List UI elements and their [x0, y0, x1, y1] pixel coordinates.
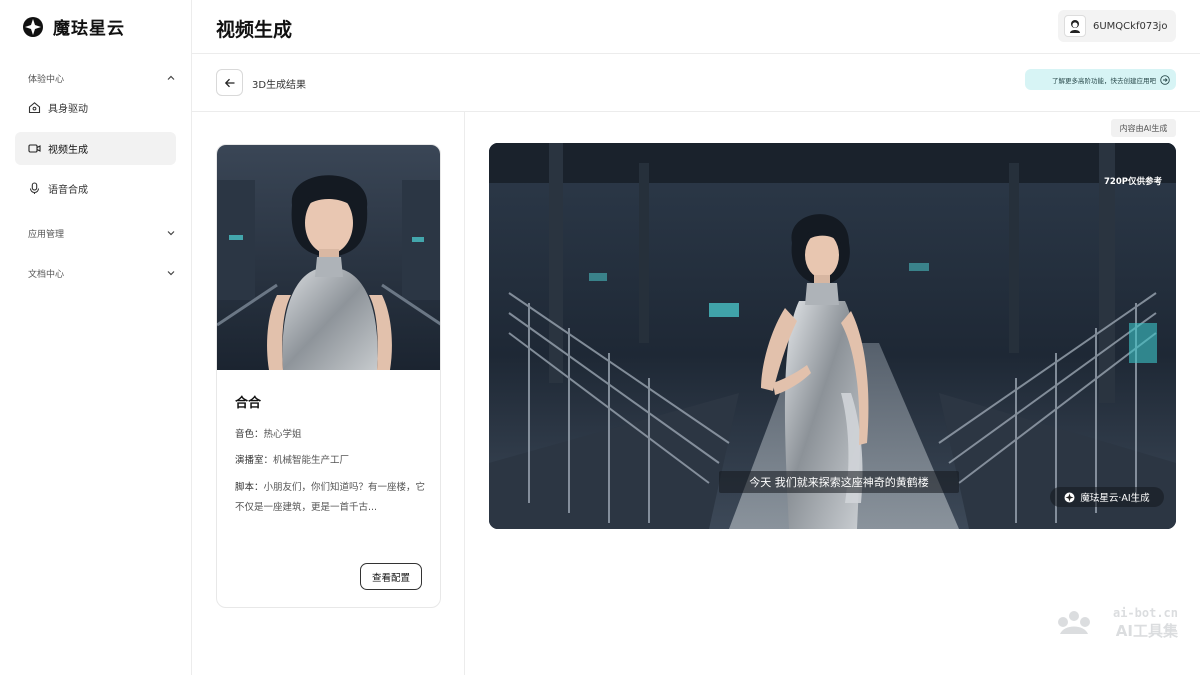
user-name: 6UMQCkf073jo [1093, 20, 1168, 32]
corner-watermark-line1: ai-bot.cn [1112, 606, 1178, 620]
studio-row: 演播室：机械智能生产工厂 [235, 450, 425, 471]
sidebar-item-label: 具身驱动 [48, 104, 88, 115]
nav-group-docs-label: 文档中心 [28, 269, 65, 280]
chevron-down-icon [167, 271, 175, 276]
back-button[interactable] [216, 69, 243, 96]
avatar-info-panel: 合合 音色：热心学姐 演播室：机械智能生产工厂 脚本：小朋友们，你们知道吗？有一… [192, 112, 465, 675]
promo-banner[interactable]: 了解更多高阶功能，快去创建应用吧 [1025, 69, 1176, 90]
brand-logo-icon [23, 16, 43, 37]
voice-row: 音色：热心学姐 [235, 424, 425, 445]
video-player[interactable]: 720P仅供参考 今天 我们就来探索这座神奇的黄鹤楼 魔珐星云·AI生成 [489, 143, 1176, 529]
nav-group-experience-label: 体验中心 [28, 74, 65, 85]
video-icon [28, 144, 41, 153]
chevron-down-icon [167, 231, 175, 236]
brand-logo-icon [1064, 492, 1075, 502]
home-icon [28, 102, 41, 114]
brand-logo[interactable]: 魔珐星云 [22, 14, 125, 39]
nav-group-apps-label: 应用管理 [28, 229, 65, 240]
corner-watermark: ai-bot.cn AI工具集 [1054, 606, 1178, 642]
brand-name: 魔珐星云 [53, 19, 125, 39]
nav-group-apps[interactable]: 应用管理 [0, 223, 192, 243]
ai-generated-badge: 内容由AI生成 [1111, 119, 1176, 137]
promo-text: 了解更多高阶功能，快去创建应用吧 [1052, 76, 1156, 85]
video-watermark-text: 魔珐星云·AI生成 [1080, 493, 1150, 504]
microphone-icon [29, 182, 40, 194]
user-menu[interactable]: 6UMQCkf073jo [1058, 10, 1176, 42]
result-subheader: 3D生成结果 了解更多高阶功能，快去创建应用吧 [192, 55, 1200, 112]
video-watermark: 魔珐星云·AI生成 [1050, 487, 1164, 507]
studio-label: 演播室： [235, 455, 274, 466]
avatar [1064, 15, 1086, 37]
sidebar-item-speech-synthesis[interactable]: 语音合成 [15, 172, 176, 205]
sidebar-item-embodied-driving[interactable]: 具身驱动 [15, 91, 176, 124]
voice-value: 热心学姐 [263, 429, 302, 440]
result-title: 3D生成结果 [252, 80, 307, 91]
video-subtitle: 今天 我们就来探索这座神奇的黄鹤楼 [719, 471, 959, 493]
corner-watermark-line2: AI工具集 [1115, 622, 1178, 640]
studio-value: 机械智能生产工厂 [273, 455, 350, 466]
nav-group-experience[interactable]: 体验中心 [0, 68, 192, 88]
sidebar-item-label: 语音合成 [48, 185, 88, 196]
avatar-name: 合合 [235, 396, 262, 411]
voice-label: 音色： [235, 429, 264, 440]
script-row: 脚本：小朋友们，你们知道吗？有一座楼，它不仅是一座建筑，更是一首千古... [235, 478, 427, 518]
avatar-card: 合合 音色：热心学姐 演播室：机械智能生产工厂 脚本：小朋友们，你们知道吗？有一… [216, 144, 441, 608]
avatar-preview-image [217, 145, 440, 370]
script-label: 脚本： [235, 482, 264, 493]
resolution-note: 720P仅供参考 [1104, 177, 1162, 187]
script-value: 小朋友们，你们知道吗？有一座楼，它不仅是一座建筑，更是一首千古... [235, 482, 426, 513]
arrow-left-icon [224, 78, 234, 87]
view-config-button[interactable]: 查看配置 [360, 563, 422, 590]
sidebar-item-label: 视频生成 [48, 145, 88, 156]
app-root: 魔珐星云 体验中心 具身驱动 视频生成 语音合成 应用管理 文档中心 视频生成 … [0, 0, 1200, 675]
sidebar: 魔珐星云 体验中心 具身驱动 视频生成 语音合成 应用管理 文档中心 [0, 0, 192, 675]
sidebar-item-video-generation[interactable]: 视频生成 [15, 132, 176, 165]
arrow-right-circle-icon [1160, 74, 1170, 85]
nav-group-docs[interactable]: 文档中心 [0, 263, 192, 283]
top-header: 视频生成 6UMQCkf073jo [192, 0, 1200, 54]
paw-icon [1058, 611, 1090, 634]
chevron-up-icon [167, 75, 175, 80]
page-title: 视频生成 [216, 19, 293, 41]
avatar-icon [1070, 20, 1080, 33]
